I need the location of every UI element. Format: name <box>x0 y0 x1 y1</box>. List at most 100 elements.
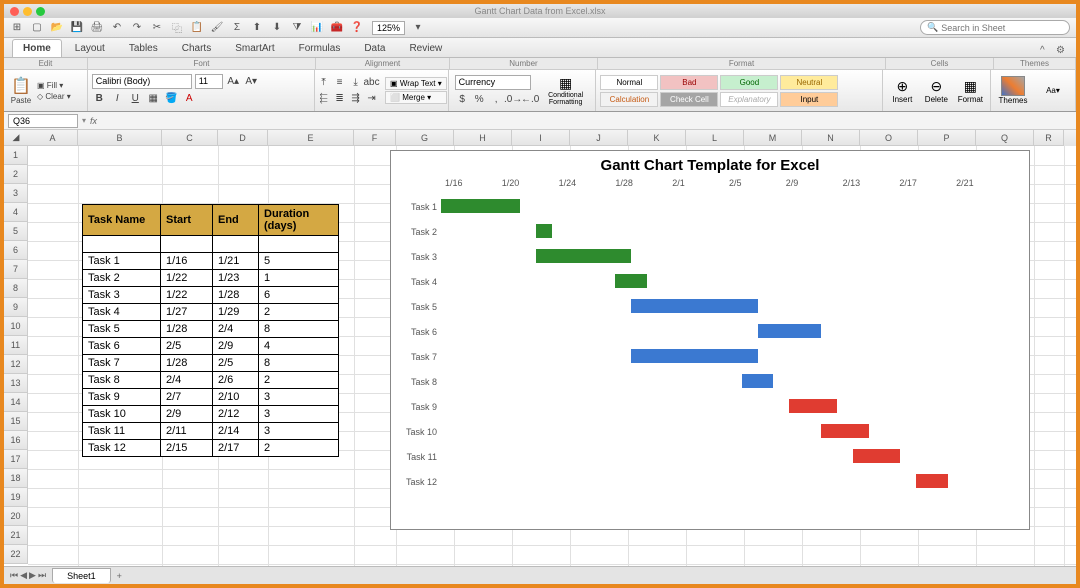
align-top-icon[interactable]: ⤒ <box>316 75 331 90</box>
delete-button[interactable]: ⊖Delete <box>921 78 951 104</box>
merge-button[interactable]: ⬜ Merge ▾ <box>385 91 447 104</box>
font-color-button[interactable]: A <box>182 91 197 106</box>
align-middle-icon[interactable]: ≡ <box>332 75 347 90</box>
save-icon[interactable]: 💾 <box>70 21 84 35</box>
sheet-tab-sheet1[interactable]: Sheet1 <box>52 568 111 583</box>
collapse-ribbon-icon[interactable]: ^ <box>1040 45 1052 57</box>
increase-font-icon[interactable]: A▴ <box>226 74 241 89</box>
tab-formulas[interactable]: Formulas <box>288 39 352 57</box>
tab-charts[interactable]: Charts <box>171 39 222 57</box>
row-header-17[interactable]: 17 <box>4 450 27 469</box>
row-header-13[interactable]: 13 <box>4 374 27 393</box>
row-header-18[interactable]: 18 <box>4 469 27 488</box>
tools-icon[interactable]: 🧰 <box>330 21 344 35</box>
col-header-C[interactable]: C <box>162 130 218 146</box>
row-header-15[interactable]: 15 <box>4 412 27 431</box>
themes-button[interactable]: Themes <box>995 76 1031 105</box>
sheet-nav-prev-icon[interactable]: ◀ <box>20 570 27 581</box>
row-header-14[interactable]: 14 <box>4 393 27 412</box>
col-header-A[interactable]: A <box>28 130 78 146</box>
font-name-select[interactable]: Calibri (Body) <box>92 74 192 89</box>
print-icon[interactable]: 🖨 <box>90 21 104 35</box>
fill-button[interactable]: ▣ Fill ▾ <box>37 81 71 90</box>
zoom-dropdown-icon[interactable]: ▾ <box>411 21 425 35</box>
bold-button[interactable]: B <box>92 91 107 106</box>
col-header-Q[interactable]: Q <box>976 130 1034 146</box>
wrap-text-button[interactable]: ▣ Wrap Text ▾ <box>385 77 447 90</box>
close-icon[interactable] <box>10 7 19 16</box>
comma-icon[interactable]: , <box>489 92 504 107</box>
col-header-G[interactable]: G <box>396 130 454 146</box>
sort-desc-icon[interactable]: ⬇ <box>270 21 284 35</box>
paste-icon[interactable]: 📋 <box>190 21 204 35</box>
row-header-8[interactable]: 8 <box>4 279 27 298</box>
col-header-D[interactable]: D <box>218 130 268 146</box>
col-header-B[interactable]: B <box>78 130 162 146</box>
insert-button[interactable]: ⊕Insert <box>887 78 917 104</box>
tab-smartart[interactable]: SmartArt <box>224 39 285 57</box>
col-header-K[interactable]: K <box>628 130 686 146</box>
tab-tables[interactable]: Tables <box>118 39 169 57</box>
select-all-corner[interactable]: ◢ <box>4 130 28 146</box>
style-bad[interactable]: Bad <box>660 75 718 90</box>
italic-button[interactable]: I <box>110 91 125 106</box>
format-button[interactable]: ▦Format <box>955 78 985 104</box>
maximize-icon[interactable] <box>36 7 45 16</box>
format-painter-icon[interactable]: 🖌 <box>210 21 224 35</box>
orientation-icon[interactable]: abc <box>364 75 379 90</box>
row-header-10[interactable]: 10 <box>4 317 27 336</box>
font-size-select[interactable]: 11 <box>195 74 223 89</box>
row-header-2[interactable]: 2 <box>4 165 27 184</box>
minimize-icon[interactable] <box>23 7 32 16</box>
autosum-icon[interactable]: Σ <box>230 21 244 35</box>
undo-icon[interactable]: ↶ <box>110 21 124 35</box>
sheet-nav-first-icon[interactable]: ⏮ <box>10 570 18 581</box>
style-neutral[interactable]: Neutral <box>780 75 838 90</box>
cell-styles-gallery[interactable]: Normal Bad Good Neutral Calculation Chec… <box>600 75 878 107</box>
currency-icon[interactable]: $ <box>455 92 470 107</box>
col-header-R[interactable]: R <box>1034 130 1064 146</box>
col-header-P[interactable]: P <box>918 130 976 146</box>
decrease-decimal-icon[interactable]: ←.0 <box>523 92 538 107</box>
tab-home[interactable]: Home <box>12 39 62 57</box>
style-check-cell[interactable]: Check Cell <box>660 92 718 107</box>
spreadsheet-grid[interactable]: ◢ 12345678910111213141516171819202122 AB… <box>4 130 1076 566</box>
style-good[interactable]: Good <box>720 75 778 90</box>
search-field[interactable]: 🔍 <box>920 20 1070 35</box>
row-header-11[interactable]: 11 <box>4 336 27 355</box>
copy-icon[interactable]: ⿻ <box>170 21 184 35</box>
sort-asc-icon[interactable]: ⬆ <box>250 21 264 35</box>
decrease-font-icon[interactable]: A▾ <box>244 74 259 89</box>
paste-button[interactable]: 📋 Paste <box>8 73 34 109</box>
underline-button[interactable]: U <box>128 91 143 106</box>
cut-icon[interactable]: ✂ <box>150 21 164 35</box>
col-header-M[interactable]: M <box>744 130 802 146</box>
clear-button[interactable]: ◇ Clear ▾ <box>37 92 71 101</box>
border-button[interactable]: ▦ <box>146 91 161 106</box>
col-header-E[interactable]: E <box>268 130 354 146</box>
col-header-N[interactable]: N <box>802 130 860 146</box>
align-center-icon[interactable]: ≣ <box>332 91 347 106</box>
row-header-1[interactable]: 1 <box>4 146 27 165</box>
row-header-19[interactable]: 19 <box>4 488 27 507</box>
col-header-L[interactable]: L <box>686 130 744 146</box>
row-header-5[interactable]: 5 <box>4 222 27 241</box>
row-header-4[interactable]: 4 <box>4 203 27 222</box>
number-format-select[interactable]: Currency <box>455 75 531 90</box>
theme-fonts-button[interactable]: Aa▾ <box>1035 86 1071 95</box>
tab-review[interactable]: Review <box>398 39 453 57</box>
col-header-O[interactable]: O <box>860 130 918 146</box>
indent-icon[interactable]: ⇥ <box>364 91 379 106</box>
tab-data[interactable]: Data <box>353 39 396 57</box>
ribbon-options-icon[interactable]: ⚙ <box>1056 45 1068 57</box>
percent-icon[interactable]: % <box>472 92 487 107</box>
conditional-formatting-button[interactable]: ▦ Conditional Formatting <box>542 75 590 106</box>
row-header-16[interactable]: 16 <box>4 431 27 450</box>
style-calculation[interactable]: Calculation <box>600 92 658 107</box>
col-header-H[interactable]: H <box>454 130 512 146</box>
row-header-21[interactable]: 21 <box>4 526 27 545</box>
increase-decimal-icon[interactable]: .0→ <box>506 92 521 107</box>
fx-icon[interactable]: fx <box>90 116 97 126</box>
row-header-9[interactable]: 9 <box>4 298 27 317</box>
align-right-icon[interactable]: ⇶ <box>348 91 363 106</box>
